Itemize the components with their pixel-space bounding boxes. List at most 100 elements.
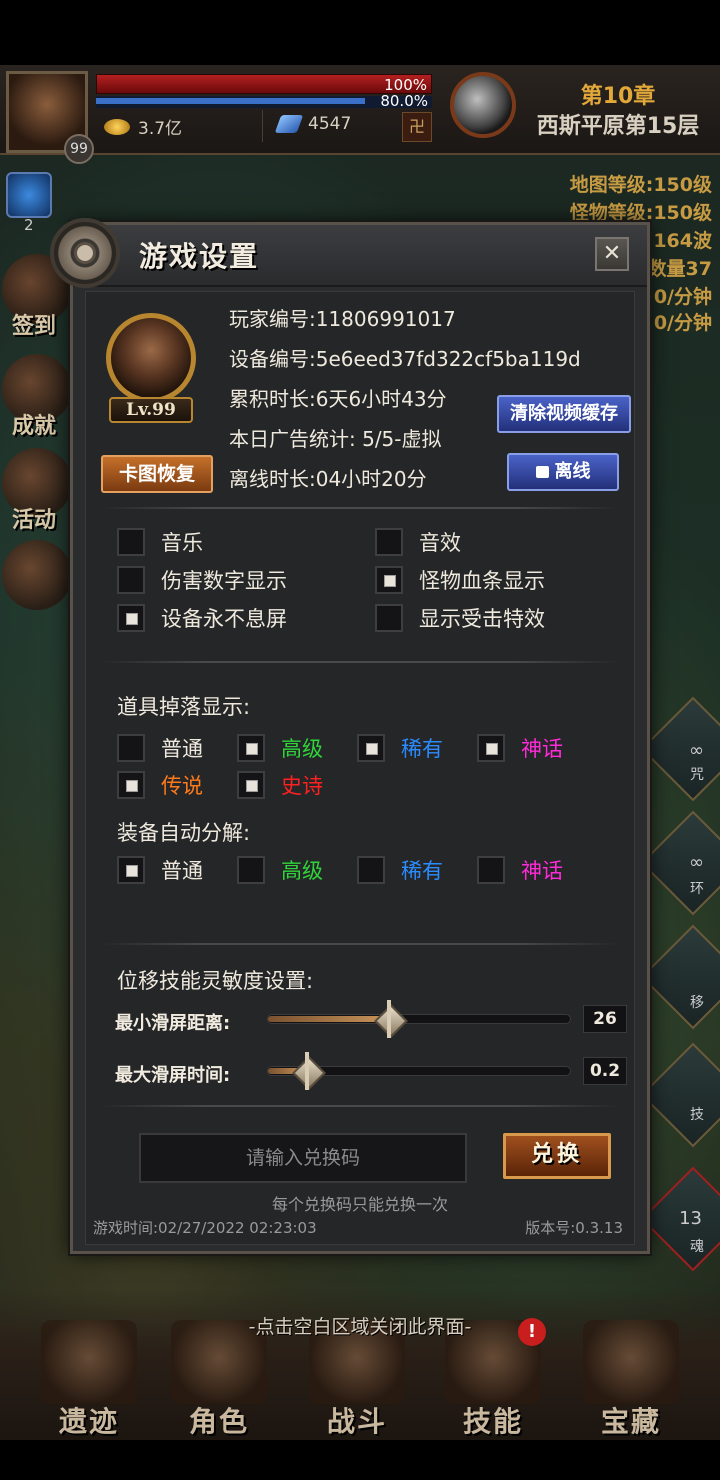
- rate-1: 0/分钟: [653, 286, 712, 308]
- drop-mythic[interactable]: 神话: [477, 733, 563, 763]
- drop-advanced-label: 高级: [281, 737, 323, 761]
- skill-slot-skill-label: 技: [690, 1107, 704, 1123]
- max-swipe-time-slider[interactable]: [267, 1052, 571, 1090]
- option-monster-hp[interactable]: 怪物血条显示: [375, 565, 545, 595]
- resource-divider: [262, 110, 263, 142]
- gem-icon: [274, 115, 304, 133]
- sound-label: 音效: [419, 531, 461, 555]
- monster-hp-checkbox[interactable]: [375, 566, 403, 594]
- hp-bar: 100%: [96, 74, 432, 94]
- nav-character-label: 角色: [188, 1405, 249, 1438]
- gold-display: 3.7亿: [104, 114, 182, 139]
- option-music[interactable]: 音乐: [117, 527, 203, 557]
- redeem-button[interactable]: 兑换: [503, 1133, 611, 1179]
- min-swipe-value: 26: [583, 1005, 627, 1033]
- drop-epic-label: 史诗: [281, 774, 323, 798]
- restore-map-button[interactable]: 卡图恢复: [101, 455, 213, 493]
- avatar-portrait: [106, 313, 196, 403]
- monster-level: 怪物等级:150级: [569, 202, 712, 224]
- min-swipe-label: 最小滑屏距离:: [115, 1013, 231, 1034]
- min-swipe-fill: [268, 1016, 389, 1022]
- chapter-title: 第10章: [580, 84, 656, 109]
- settings-gear-icon: [50, 218, 120, 288]
- damage-numbers-label: 伤害数字显示: [161, 569, 287, 593]
- side-extra-icon[interactable]: [2, 540, 72, 610]
- drop-advanced-checkbox[interactable]: [237, 734, 265, 762]
- screen-awake-checkbox[interactable]: [117, 604, 145, 632]
- gold-icon: [104, 118, 130, 135]
- damage-numbers-checkbox[interactable]: [117, 566, 145, 594]
- monster-count: 数量37: [647, 258, 712, 280]
- sound-checkbox[interactable]: [375, 528, 403, 556]
- world-map-globe-icon[interactable]: [450, 72, 516, 138]
- salvage-rare[interactable]: 稀有: [357, 855, 443, 885]
- hit-effect-checkbox[interactable]: [375, 604, 403, 632]
- hud-shop-icon[interactable]: 卍: [402, 112, 432, 142]
- salvage-advanced[interactable]: 高级: [237, 855, 323, 885]
- drop-advanced[interactable]: 高级: [237, 733, 323, 763]
- sign-in-label[interactable]: 签到: [12, 308, 56, 340]
- option-screen-awake[interactable]: 设备永不息屏: [117, 603, 287, 633]
- settings-dialog: 游戏设置 ✕ Lv.99 玩家编号:11806991017 设备编号:5e6ee…: [70, 222, 650, 1254]
- drop-mythic-checkbox[interactable]: [477, 734, 505, 762]
- ad-statistics: 本日广告统计: 5/5-虚拟: [229, 427, 442, 451]
- drop-rare-checkbox[interactable]: [357, 734, 385, 762]
- max-swipe-time-thumb[interactable]: [292, 1052, 322, 1090]
- redeem-code-input[interactable]: [139, 1133, 467, 1183]
- offline-button[interactable]: 离线: [507, 453, 619, 491]
- drop-mythic-label: 神话: [521, 737, 563, 761]
- drop-rare-label: 稀有: [401, 737, 443, 761]
- device-id: 设备编号:5e6eed37fd322cf5ba119d: [229, 347, 581, 371]
- skill-slot-soul-count: 13: [679, 1208, 702, 1229]
- skill-slot-curse-label: 咒: [690, 767, 704, 783]
- gem-display: 4547: [274, 114, 352, 134]
- buff-icon[interactable]: [6, 172, 52, 218]
- mp-fill: [96, 98, 365, 104]
- stage-title: 西斯平原第15层: [536, 114, 700, 139]
- monster-hp-label: 怪物血条显示: [419, 569, 545, 593]
- drop-rare[interactable]: 稀有: [357, 733, 443, 763]
- option-hit-effect[interactable]: 显示受击特效: [375, 603, 545, 633]
- salvage-mythic[interactable]: 神话: [477, 855, 563, 885]
- drop-normal-checkbox[interactable]: [117, 734, 145, 762]
- close-hint-text[interactable]: -点击空白区域关闭此界面-: [0, 1312, 720, 1339]
- gear-hub: [74, 242, 96, 264]
- drop-normal-label: 普通: [161, 737, 203, 761]
- option-sound[interactable]: 音效: [375, 527, 461, 557]
- salvage-rare-label: 稀有: [401, 859, 443, 883]
- salvage-advanced-checkbox[interactable]: [237, 856, 265, 884]
- drop-display-title: 道具掉落显示:: [117, 695, 251, 719]
- divider: [101, 507, 619, 509]
- player-id: 玩家编号:11806991017: [229, 307, 456, 331]
- offline-time: 离线时长:04小时20分: [229, 467, 427, 491]
- music-label: 音乐: [161, 531, 203, 555]
- wave-count: 164波: [653, 230, 712, 252]
- activity-label[interactable]: 活动: [12, 502, 56, 534]
- drop-normal[interactable]: 普通: [117, 733, 203, 763]
- skill-slot-soul-label: 魂: [690, 1239, 704, 1255]
- salvage-rare-checkbox[interactable]: [357, 856, 385, 884]
- gem-amount: 4547: [308, 114, 352, 134]
- hud-level-badge: 99: [64, 134, 94, 164]
- achievement-label[interactable]: 成就: [12, 408, 56, 440]
- hp-fill: [97, 75, 431, 93]
- drop-epic[interactable]: 史诗: [237, 770, 323, 800]
- music-checkbox[interactable]: [117, 528, 145, 556]
- min-swipe-thumb[interactable]: [374, 1000, 404, 1038]
- skill-slot-curse-count: ∞: [689, 740, 704, 761]
- drop-legendary-checkbox[interactable]: [117, 771, 145, 799]
- min-swipe-slider[interactable]: [267, 1000, 571, 1038]
- salvage-normal[interactable]: 普通: [117, 855, 203, 885]
- redeem-hint: 每个兑换码只能兑换一次: [271, 1195, 448, 1214]
- close-icon[interactable]: ✕: [595, 237, 629, 271]
- salvage-normal-checkbox[interactable]: [117, 856, 145, 884]
- salvage-mythic-checkbox[interactable]: [477, 856, 505, 884]
- option-damage-numbers[interactable]: 伤害数字显示: [117, 565, 287, 595]
- mp-text: 80.0%: [380, 92, 428, 110]
- clear-video-cache-button[interactable]: 清除视频缓存: [497, 395, 631, 433]
- salvage-mythic-label: 神话: [521, 859, 563, 883]
- sensitivity-title: 位移技能灵敏度设置:: [117, 969, 314, 993]
- total-play-time: 累积时长:6天6小时43分: [229, 387, 447, 411]
- drop-epic-checkbox[interactable]: [237, 771, 265, 799]
- drop-legendary[interactable]: 传说: [117, 770, 203, 800]
